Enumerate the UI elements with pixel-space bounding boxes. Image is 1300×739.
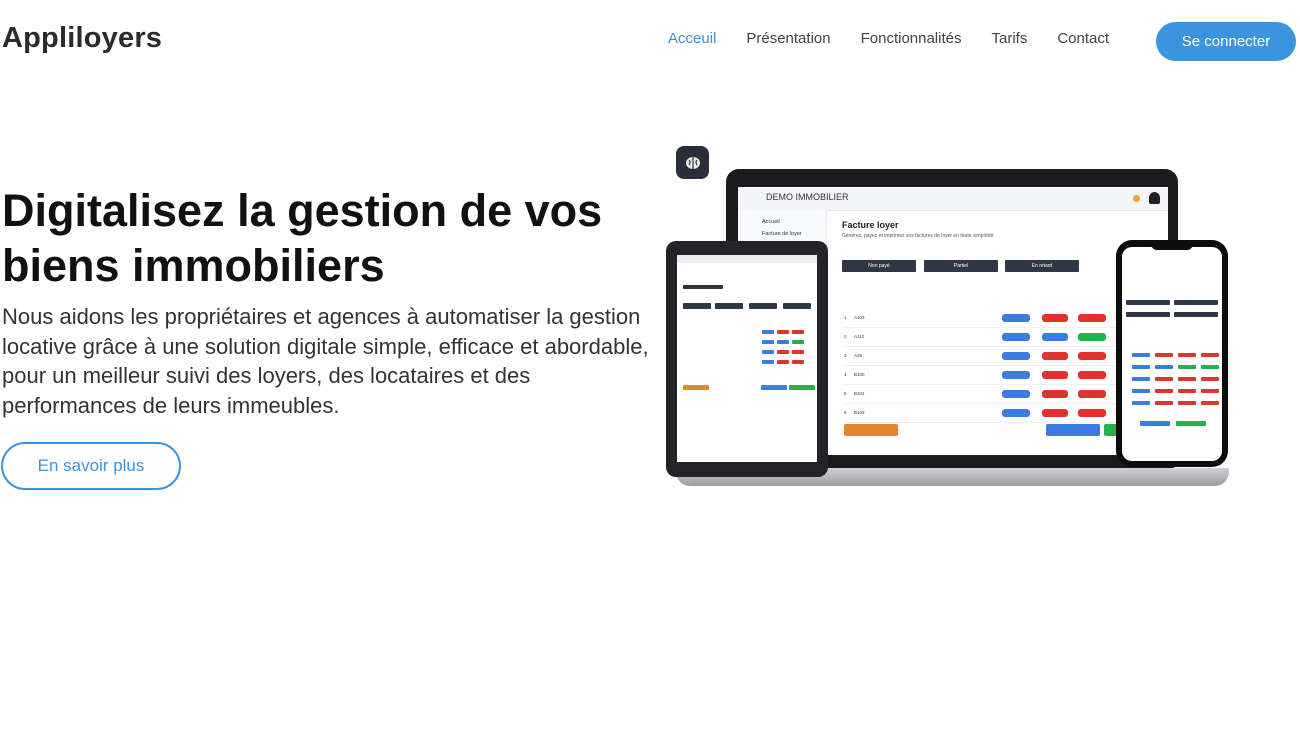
phone-screen: [1122, 247, 1222, 461]
nav-link-tarifs[interactable]: Tarifs: [992, 30, 1028, 47]
sun-icon: [1133, 195, 1140, 202]
brand-logo[interactable]: Appliloyers: [2, 22, 162, 55]
login-button[interactable]: Se connecter: [1156, 22, 1296, 61]
stat-non-paye: Non payé: [842, 260, 916, 272]
nav-link-contact[interactable]: Contact: [1057, 30, 1109, 47]
stat-partiel: Partiel: [924, 260, 998, 272]
quittance-button: [844, 424, 898, 436]
stat-en-retard: En retard: [1005, 260, 1079, 272]
app-page-subtitle: Générez, payez et imprimez vos factures …: [842, 233, 994, 239]
nav-link-presentation[interactable]: Présentation: [746, 30, 830, 47]
tablet-screen: [677, 255, 817, 462]
learn-more-button[interactable]: En savoir plus: [1, 442, 181, 490]
main-nav: Acceuil Présentation Fonctionnalités Tar…: [668, 30, 1109, 47]
hero-subtitle: Nous aidons les propriétaires et agences…: [2, 304, 649, 418]
nav-link-acceuil[interactable]: Acceuil: [668, 30, 716, 47]
brain-icon: [676, 146, 709, 179]
phone-notch: [1151, 243, 1193, 250]
hero-title: Digitalisez la gestion de vos biens immo…: [2, 185, 603, 291]
user-icon: [1149, 192, 1160, 204]
sidebar-item-facture: Facture de loyer: [762, 231, 802, 237]
app-page-title: Facture loyer: [842, 220, 899, 230]
app-page-header: Facture loyer Générez, payez et imprimez…: [842, 220, 993, 239]
app-topbar: DEMO IMMOBILIER: [738, 187, 1168, 211]
nav-link-fonctionnalites[interactable]: Fonctionnalités: [861, 30, 962, 47]
sidebar-item-accueil: Accueil: [762, 219, 780, 225]
app-name: DEMO IMMOBILIER: [766, 192, 849, 202]
generate-button: [1046, 424, 1100, 436]
